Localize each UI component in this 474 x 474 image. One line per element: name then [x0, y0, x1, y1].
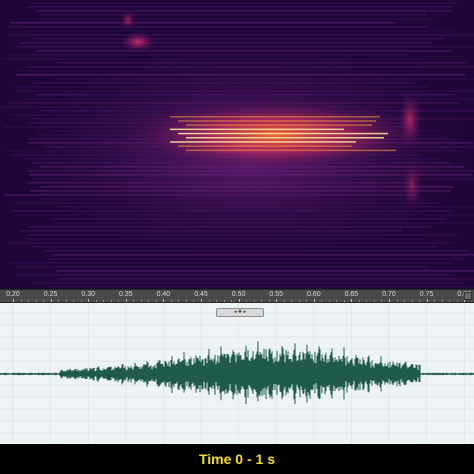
ruler-minor-tick	[140, 300, 142, 302]
ruler-minor-tick	[58, 300, 60, 302]
ruler-minor-tick	[118, 300, 120, 302]
ruler-minor-tick	[95, 300, 97, 302]
ruler-minor-tick	[268, 300, 270, 302]
ruler-tick	[238, 299, 240, 302]
ruler-minor-tick	[193, 300, 195, 302]
waveform-trace	[0, 341, 474, 405]
ruler-minor-tick	[449, 300, 451, 302]
ruler-minor-tick	[343, 300, 345, 302]
ruler-minor-tick	[80, 300, 82, 302]
ruler-minor-tick	[419, 300, 421, 302]
ruler-minor-tick	[261, 300, 263, 302]
ruler-label: 0.55	[269, 291, 283, 298]
ruler-label: 0.60	[306, 291, 321, 298]
ruler-minor-tick	[246, 300, 248, 302]
ruler-minor-tick	[65, 300, 67, 302]
ruler-label: 0.30	[81, 291, 95, 298]
ruler-minor-tick	[253, 300, 255, 302]
ruler-tick	[201, 299, 202, 302]
ruler-end-handle[interactable]	[464, 292, 472, 300]
ruler-tick	[276, 299, 278, 302]
ruler-tick	[351, 299, 353, 302]
spectrogram-hot-region	[125, 99, 425, 171]
ruler-minor-tick	[373, 300, 375, 302]
ruler-minor-tick	[178, 300, 180, 302]
ruler-minor-tick	[381, 300, 383, 302]
ruler-label: 0.50	[231, 291, 246, 298]
ruler-label: 0.20	[6, 291, 20, 298]
ruler-tick	[50, 299, 52, 302]
ruler-minor-tick	[185, 300, 187, 302]
waveform	[0, 303, 474, 444]
ruler-minor-tick	[434, 300, 436, 302]
ruler-minor-tick	[283, 300, 285, 302]
ruler-minor-tick	[223, 300, 225, 302]
ruler-minor-tick	[43, 300, 45, 302]
ruler-label: 0.75	[419, 291, 434, 298]
ruler-tick	[88, 299, 90, 302]
ruler-minor-tick	[298, 300, 300, 302]
ruler-minor-tick	[321, 300, 323, 302]
ruler-minor-tick	[28, 300, 30, 302]
footer-caption-bar: Time 0 - 1 s	[0, 444, 474, 474]
ruler-minor-tick	[170, 300, 172, 302]
ruler-label: 0.70	[382, 291, 396, 298]
spectrogram-spot	[120, 32, 156, 52]
ruler-minor-tick	[216, 300, 218, 302]
ruler-minor-tick	[231, 300, 233, 302]
spectrogram	[0, 0, 474, 289]
ruler-minor-tick	[396, 300, 398, 302]
ruler-label: 0.45	[194, 291, 208, 298]
ruler-minor-tick	[103, 300, 105, 302]
ruler-minor-tick	[133, 300, 135, 302]
ruler-label: 0.35	[118, 291, 133, 298]
time-range-caption: Time 0 - 1 s	[198, 451, 275, 467]
ruler-minor-tick	[411, 300, 413, 302]
ruler-minor-tick	[35, 300, 37, 302]
ruler-tick	[389, 299, 390, 302]
ruler-minor-tick	[73, 300, 75, 302]
zoom-control-label: ◂ ✥ ▸	[234, 309, 246, 315]
ruler-minor-tick	[155, 300, 157, 302]
ruler-minor-tick	[110, 300, 112, 302]
time-ruler[interactable]: 0.20 0.25 0.30 0.35 0.40 0.45 0.50 0.55 0.60 0.65…	[0, 289, 474, 303]
ruler-label: 0.65	[344, 291, 359, 298]
ruler-label: 0.25	[43, 291, 58, 298]
ruler-minor-tick	[336, 300, 338, 302]
ruler-minor-tick	[208, 300, 210, 302]
ruler-minor-tick	[328, 300, 330, 302]
ruler-tick	[313, 299, 315, 302]
ruler-minor-tick	[358, 300, 360, 302]
waveform-panel: ◂ ✥ ▸	[0, 303, 474, 444]
ruler-minor-tick	[366, 300, 368, 302]
ruler-tick	[426, 299, 428, 302]
ruler-minor-tick	[148, 300, 150, 302]
ruler-tick	[163, 299, 165, 302]
ruler-minor-tick	[291, 300, 293, 302]
ruler-minor-tick	[456, 300, 458, 302]
ruler-minor-tick	[20, 300, 22, 302]
ruler-minor-tick	[441, 300, 443, 302]
ruler-minor-tick	[306, 300, 308, 302]
ruler-tick	[13, 299, 14, 302]
ruler-minor-tick	[404, 300, 406, 302]
ruler-label: 0.40	[156, 291, 171, 298]
ruler-tick	[125, 299, 127, 302]
zoom-control[interactable]: ◂ ✥ ▸	[216, 308, 264, 317]
